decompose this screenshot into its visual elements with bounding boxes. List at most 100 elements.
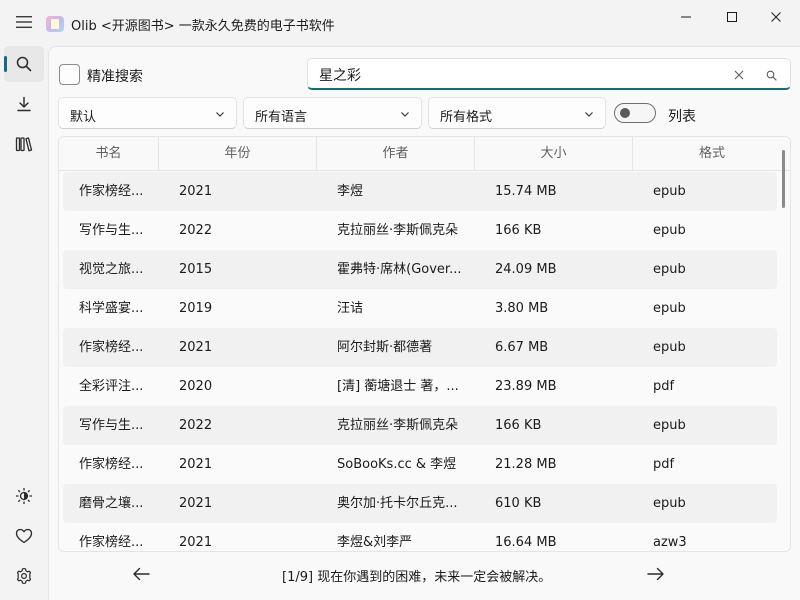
cell-title: 作家榜经...	[79, 535, 144, 550]
cell-year: 2019	[179, 301, 213, 316]
cell-author: 李煜&刘李严	[337, 535, 413, 550]
cell-year: 2022	[179, 418, 213, 433]
cell-author: 奥尔加·托卡尔丘克...	[337, 496, 458, 511]
minimize-icon	[681, 16, 691, 18]
table-row[interactable]: 全彩评注... 2020 [清] 蘅塘退士 著，... 23.89 MB pdf	[63, 367, 777, 406]
previous-page-button[interactable]	[128, 562, 154, 586]
cell-size: 23.89 MB	[495, 379, 557, 394]
sidebar-item-downloads[interactable]	[4, 86, 44, 122]
settings-icon	[16, 567, 32, 585]
cell-title: 视觉之旅...	[79, 262, 144, 277]
chevron-down-icon	[585, 112, 593, 117]
column-header-year[interactable]: 年份	[159, 137, 317, 171]
minimize-button[interactable]	[664, 4, 708, 30]
search-box[interactable]	[307, 58, 791, 90]
cell-size: 3.80 MB	[495, 301, 549, 316]
next-page-button[interactable]	[643, 562, 669, 586]
app-logo-icon	[46, 16, 64, 32]
format-dropdown[interactable]: 所有格式	[428, 97, 606, 129]
table-row[interactable]: 作家榜经... 2021 SoBooKs.cc & 李煜 21.28 MB pdf	[63, 445, 777, 484]
cell-format: pdf	[653, 457, 675, 472]
table-row[interactable]: 科学盛宴... 2019 汪诘 3.80 MB epub	[63, 289, 777, 328]
list-view-label: 列表	[668, 109, 696, 125]
exact-search-checkbox[interactable]	[59, 64, 80, 85]
clear-search-button[interactable]	[728, 65, 750, 85]
close-icon	[771, 12, 781, 22]
cell-year: 2021	[179, 535, 213, 550]
cell-author: SoBooKs.cc & 李煜	[337, 457, 457, 472]
format-dropdown-value: 所有格式	[440, 110, 493, 125]
language-dropdown-value: 所有语言	[255, 110, 308, 125]
cell-year: 2021	[179, 184, 213, 199]
close-icon	[734, 70, 744, 80]
maximize-button[interactable]	[710, 4, 754, 30]
window-title: Olib <开源图书> 一款永久免费的电子书软件	[71, 19, 335, 34]
hamburger-icon	[16, 16, 32, 28]
cell-author: 克拉丽丝·李斯佩克朵	[337, 418, 459, 433]
cell-author: 霍弗特·席林(Gover...	[337, 262, 462, 277]
cell-author: [清] 蘅塘退士 著，...	[337, 379, 459, 394]
language-dropdown[interactable]: 所有语言	[243, 97, 422, 129]
column-header-title[interactable]: 书名	[59, 137, 159, 171]
cell-size: 24.09 MB	[495, 262, 557, 277]
sidebar-item-library[interactable]	[4, 126, 44, 162]
cell-title: 磨骨之壤...	[79, 496, 144, 511]
cell-format: epub	[653, 418, 686, 433]
cell-title: 科学盛宴...	[79, 301, 144, 316]
cell-size: 610 KB	[495, 496, 542, 511]
close-window-button[interactable]	[754, 4, 798, 30]
chevron-down-icon	[216, 112, 224, 117]
cell-format: epub	[653, 223, 686, 238]
hamburger-menu-button[interactable]	[8, 8, 40, 36]
cell-format: pdf	[653, 379, 675, 394]
search-input[interactable]	[319, 65, 699, 85]
list-view-toggle[interactable]	[614, 103, 656, 123]
search-icon	[766, 70, 777, 81]
table-row[interactable]: 写作与生... 2022 克拉丽丝·李斯佩克朵 166 KB epub	[63, 406, 777, 445]
sidebar-item-search[interactable]	[4, 46, 44, 82]
arrow-right-icon	[647, 567, 664, 581]
book-table: 书名 年份 作者 大小 格式 作家榜经... 2021 李煜 15.74 MB epub…	[58, 136, 791, 552]
table-row[interactable]: 作家榜经... 2021 李煜 15.74 MB epub	[63, 172, 777, 211]
sidebar-item-settings[interactable]	[4, 558, 44, 594]
heart-icon	[15, 528, 33, 544]
table-body: 作家榜经... 2021 李煜 15.74 MB epub 写作与生... 2022 克拉丽丝…	[59, 172, 790, 551]
cell-title: 全彩评注...	[79, 379, 144, 394]
sort-dropdown-value: 默认	[70, 110, 97, 125]
table-row[interactable]: 视觉之旅... 2015 霍弗特·席林(Gover... 24.09 MB epub	[63, 250, 777, 289]
cell-title: 作家榜经...	[79, 340, 144, 355]
exact-search-label: 精准搜索	[87, 69, 143, 85]
cell-year: 2022	[179, 223, 213, 238]
cell-author: 阿尔封斯·都德著	[337, 340, 433, 355]
column-header-format[interactable]: 格式	[633, 137, 790, 171]
cell-size: 6.67 MB	[495, 340, 549, 355]
column-header-author[interactable]: 作者	[317, 137, 475, 171]
chevron-down-icon	[401, 112, 409, 117]
column-header-size[interactable]: 大小	[475, 137, 633, 171]
arrow-left-icon	[133, 567, 150, 581]
cell-size: 15.74 MB	[495, 184, 557, 199]
cell-author: 克拉丽丝·李斯佩克朵	[337, 223, 459, 238]
maximize-icon	[727, 12, 737, 22]
search-icon	[16, 56, 32, 72]
sidebar-item-theme[interactable]	[4, 478, 44, 514]
theme-icon	[15, 487, 33, 505]
cell-format: epub	[653, 262, 686, 277]
table-row[interactable]: 写作与生... 2022 克拉丽丝·李斯佩克朵 166 KB epub	[63, 211, 777, 250]
cell-year: 2021	[179, 457, 213, 472]
cell-format: azw3	[653, 535, 687, 550]
cell-year: 2021	[179, 496, 213, 511]
table-header: 书名 年份 作者 大小 格式	[59, 137, 790, 171]
search-submit-button[interactable]	[760, 65, 782, 85]
table-row[interactable]: 作家榜经... 2021 李煜&刘李严 16.64 MB azw3	[63, 523, 777, 551]
table-scrollbar[interactable]	[782, 150, 785, 208]
cell-format: epub	[653, 496, 686, 511]
sidebar-item-favorites[interactable]	[4, 518, 44, 554]
table-row[interactable]: 作家榜经... 2021 阿尔封斯·都德著 6.67 MB epub	[63, 328, 777, 367]
cell-size: 166 KB	[495, 223, 542, 238]
cell-title: 写作与生...	[79, 223, 144, 238]
sort-dropdown[interactable]: 默认	[58, 97, 237, 129]
cell-size: 21.28 MB	[495, 457, 557, 472]
cell-title: 写作与生...	[79, 418, 144, 433]
table-row[interactable]: 磨骨之壤... 2021 奥尔加·托卡尔丘克... 610 KB epub	[63, 484, 777, 523]
